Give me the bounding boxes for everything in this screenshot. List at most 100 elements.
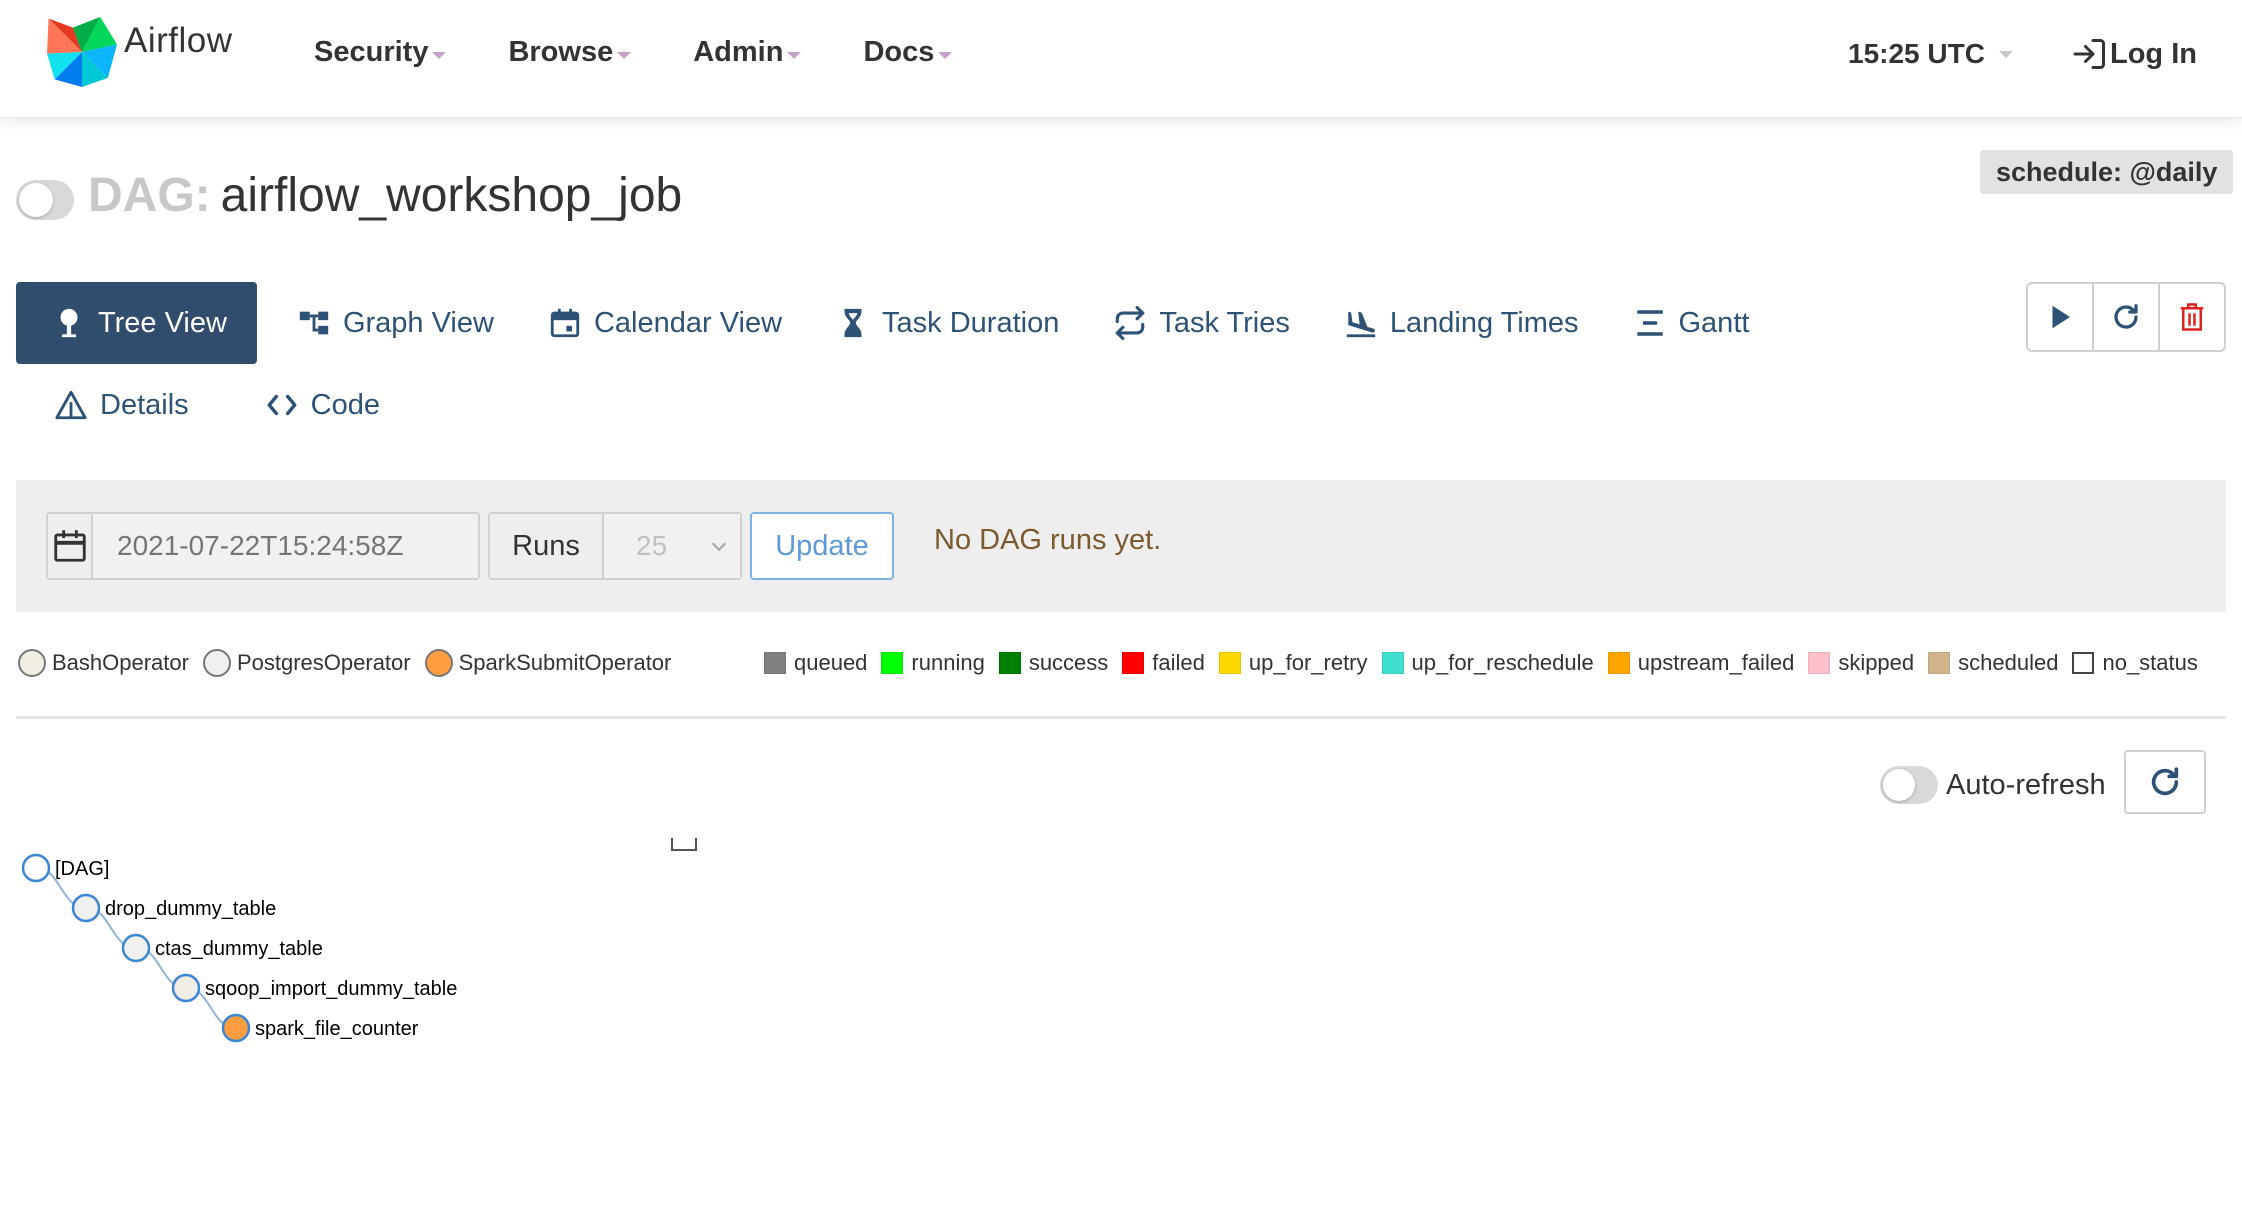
- tab-task-duration[interactable]: Task Duration: [816, 282, 1079, 364]
- repeat-icon: [1116, 306, 1145, 340]
- dag-name: airflow_workshop_job: [220, 169, 683, 222]
- tab-details-label: Details: [100, 388, 189, 421]
- navbar: Airflow Security Browse Admin Docs 15:25…: [0, 0, 2242, 118]
- menu-docs-label: Docs: [863, 36, 935, 68]
- menu-admin[interactable]: Admin: [693, 36, 802, 69]
- state-label: up_for_retry: [1248, 650, 1368, 675]
- login-link[interactable]: Log In: [2072, 36, 2197, 72]
- timezone-dropdown[interactable]: 15:25 UTC: [1848, 38, 2013, 70]
- tab-tree-view[interactable]: Tree View: [16, 282, 257, 364]
- state-label: up_for_reschedule: [1411, 650, 1594, 675]
- legend-state-failed: failed: [1122, 650, 1205, 676]
- tree-node-label[interactable]: [DAG]: [55, 858, 109, 880]
- tab-gantt[interactable]: Gantt: [1613, 282, 1770, 364]
- tree-node[interactable]: spark_file_counter: [221, 1013, 419, 1043]
- tab-code[interactable]: Code: [245, 380, 400, 430]
- tree-icon: [60, 308, 78, 338]
- operator-color-dot: [424, 649, 453, 677]
- operator-legend: BashOperator PostgresOperator SparkSubmi…: [18, 646, 685, 680]
- refresh-dag-button[interactable]: [2094, 284, 2160, 350]
- tree-node[interactable]: sqoop_import_dummy_table: [171, 973, 457, 1003]
- calendar-icon: [53, 530, 86, 562]
- state-color-swatch: [1607, 652, 1630, 674]
- hourglass-icon: [844, 308, 862, 338]
- state-label: success: [1028, 650, 1109, 675]
- state-label: failed: [1152, 650, 1205, 675]
- gantt-icon: [1636, 310, 1663, 336]
- legend-state-skipped: skipped: [1808, 650, 1914, 676]
- refresh-tree-button[interactable]: [2124, 750, 2206, 814]
- play-icon: [2052, 305, 2070, 329]
- tree-node-circle[interactable]: [221, 1013, 251, 1043]
- tab-graph-view[interactable]: Graph View: [277, 282, 514, 364]
- tree-node-circle[interactable]: [171, 973, 201, 1003]
- plane-landing-icon: [1346, 311, 1376, 338]
- base-date-group: [46, 512, 480, 580]
- num-runs-value: 25: [636, 530, 668, 561]
- tab-graph-view-label: Graph View: [342, 306, 494, 339]
- state-label: scheduled: [1958, 650, 2059, 675]
- airflow-logo[interactable]: Airflow: [44, 14, 233, 90]
- caret-down-icon: [938, 52, 953, 59]
- dag-actions: [2026, 282, 2226, 352]
- caret-down-icon: [787, 52, 802, 59]
- view-tabs: Tree View Graph View Calendar View Task …: [16, 282, 1783, 364]
- legend-state-up-for-reschedule: up_for_reschedule: [1381, 650, 1594, 676]
- state-color-swatch: [998, 652, 1021, 674]
- state-color-swatch: [764, 652, 786, 674]
- num-runs-group: Runs 25: [488, 512, 742, 580]
- caret-down-icon: [1998, 50, 2013, 58]
- trash-icon: [2180, 303, 2204, 331]
- operator-label: BashOperator: [52, 650, 189, 675]
- tree-node-label[interactable]: spark_file_counter: [255, 1018, 419, 1040]
- secondary-tabs: Details Code: [34, 380, 436, 430]
- caret-down-icon: [617, 52, 632, 59]
- tree-node-label[interactable]: drop_dummy_table: [105, 898, 276, 920]
- tab-tree-view-label: Tree View: [98, 306, 227, 339]
- no-dag-runs-message: No DAG runs yet.: [934, 524, 1162, 556]
- tree-node-label[interactable]: ctas_dummy_table: [155, 938, 323, 960]
- base-date-input[interactable]: [93, 514, 478, 578]
- dag-title-prefix: DAG:: [88, 169, 211, 222]
- legend-postgres-operator: PostgresOperator: [202, 649, 411, 677]
- dag-pause-toggle[interactable]: [16, 180, 74, 220]
- refresh-icon: [2114, 304, 2138, 329]
- operator-color-dot: [202, 649, 231, 677]
- menu-browse[interactable]: Browse: [508, 36, 632, 69]
- menu-security[interactable]: Security: [314, 36, 447, 69]
- legend-state-success: success: [998, 650, 1109, 676]
- state-label: no_status: [2102, 650, 2198, 675]
- tree-node-label[interactable]: sqoop_import_dummy_table: [205, 978, 457, 1000]
- pinwheel-logo-icon: [47, 17, 117, 87]
- tree-node[interactable]: [DAG]: [21, 853, 109, 883]
- legend-state-no-status: no_status: [2072, 650, 2198, 676]
- tab-landing-times[interactable]: Landing Times: [1324, 282, 1599, 364]
- tab-task-tries[interactable]: Task Tries: [1093, 282, 1310, 364]
- legend-state-running: running: [881, 650, 985, 676]
- delete-dag-button[interactable]: [2160, 284, 2224, 350]
- legend-bash-operator: BashOperator: [18, 649, 189, 677]
- state-label: skipped: [1838, 650, 1915, 675]
- state-label: upstream_failed: [1637, 650, 1795, 675]
- date-picker-button[interactable]: [48, 514, 93, 578]
- state-color-swatch: [1808, 652, 1831, 674]
- tab-calendar-view-label: Calendar View: [593, 306, 783, 339]
- schedule-badge: schedule: @daily: [1980, 150, 2234, 194]
- num-runs-select[interactable]: 25: [604, 514, 740, 578]
- auto-refresh-toggle[interactable]: [1880, 766, 1938, 804]
- trigger-dag-button[interactable]: [2028, 284, 2094, 350]
- state-color-swatch: [1381, 652, 1404, 674]
- state-color-swatch: [1122, 652, 1145, 674]
- tree-node-circle[interactable]: [121, 933, 151, 963]
- update-button[interactable]: Update: [750, 512, 894, 580]
- tab-details[interactable]: Details: [34, 380, 209, 430]
- menu-docs[interactable]: Docs: [863, 36, 953, 69]
- legend-spark-submit-operator: SparkSubmitOperator: [424, 649, 671, 677]
- tab-calendar-view[interactable]: Calendar View: [528, 282, 802, 364]
- tree-node-circle[interactable]: [21, 853, 51, 883]
- toggle-knob: [19, 183, 53, 217]
- login-label: Log In: [2110, 37, 2197, 70]
- brand-name: Airflow: [124, 21, 233, 60]
- state-color-swatch: [1928, 652, 1951, 674]
- tree-node-circle[interactable]: [71, 893, 101, 923]
